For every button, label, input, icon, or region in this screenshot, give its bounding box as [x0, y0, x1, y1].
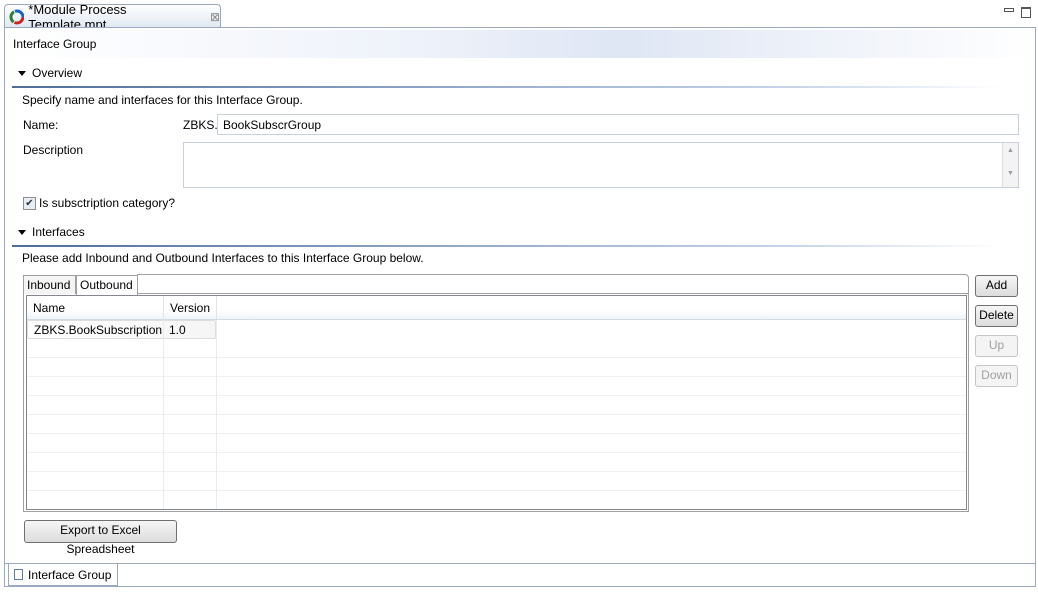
tab-strip-fill — [137, 274, 969, 294]
bottom-divider — [5, 563, 1035, 564]
export-excel-button[interactable]: Export to Excel Spreadsheet — [24, 520, 177, 556]
overview-description: Specify name and interfaces for this Int… — [22, 93, 303, 107]
close-icon[interactable]: ⊠ — [210, 10, 220, 24]
interfaces-title: Interfaces — [32, 225, 85, 239]
form-title: Interface Group — [5, 30, 1035, 58]
interfaces-section-toggle[interactable]: Interfaces — [18, 225, 85, 239]
editor-tab[interactable]: *Module Process Template.mpt ⊠ — [4, 2, 221, 32]
table-header: Name Version — [27, 296, 966, 320]
collapse-triangle-icon — [18, 70, 26, 76]
overview-title: Overview — [32, 66, 83, 80]
name-input[interactable] — [217, 114, 1019, 135]
delete-button[interactable]: Delete — [975, 305, 1018, 327]
column-header-version[interactable]: Version — [163, 296, 216, 320]
cell-name: ZBKS.BookSubscription — [34, 323, 163, 337]
module-process-icon — [9, 9, 25, 24]
name-prefix: ZBKS. — [183, 118, 218, 132]
page-icon — [14, 569, 23, 580]
column-header-name[interactable]: Name — [27, 296, 163, 320]
subscription-checkbox[interactable]: ✔ — [23, 196, 36, 210]
section-divider — [12, 245, 1002, 247]
bottom-tab-interface-group[interactable]: Interface Group — [8, 564, 118, 586]
section-divider — [12, 86, 1002, 88]
down-button[interactable]: Down — [975, 365, 1018, 387]
scrollbar[interactable]: ▲ ▼ — [1002, 143, 1018, 187]
tab-outbound[interactable]: Outbound — [76, 275, 138, 295]
cell-version: 1.0 — [169, 323, 186, 337]
subscription-label: Is subsctription category? — [39, 196, 176, 210]
overview-section-toggle[interactable]: Overview — [18, 66, 82, 80]
collapse-triangle-icon — [18, 229, 26, 235]
bottom-tab-label: Interface Group — [28, 567, 112, 582]
up-button[interactable]: Up — [975, 335, 1018, 357]
name-label: Name: — [23, 118, 59, 132]
minimize-icon[interactable] — [1004, 8, 1014, 12]
table-row[interactable]: ZBKS.BookSubscription 1.0 — [27, 320, 216, 339]
description-textarea[interactable]: ▲ ▼ — [183, 142, 1019, 188]
scroll-down-icon[interactable]: ▼ — [1003, 170, 1018, 177]
scroll-up-icon[interactable]: ▲ — [1003, 147, 1018, 154]
interfaces-table: Name Version ZBKS.BookSubscription 1.0 — [26, 295, 967, 510]
interfaces-description: Please add Inbound and Outbound Interfac… — [22, 251, 424, 265]
description-label: Description — [23, 143, 84, 157]
maximize-icon[interactable] — [1021, 7, 1031, 18]
subscription-checkbox-row[interactable]: ✔ Is subsctription category? — [23, 196, 175, 210]
add-button[interactable]: Add — [975, 275, 1018, 297]
tab-inbound[interactable]: Inbound — [23, 275, 76, 294]
